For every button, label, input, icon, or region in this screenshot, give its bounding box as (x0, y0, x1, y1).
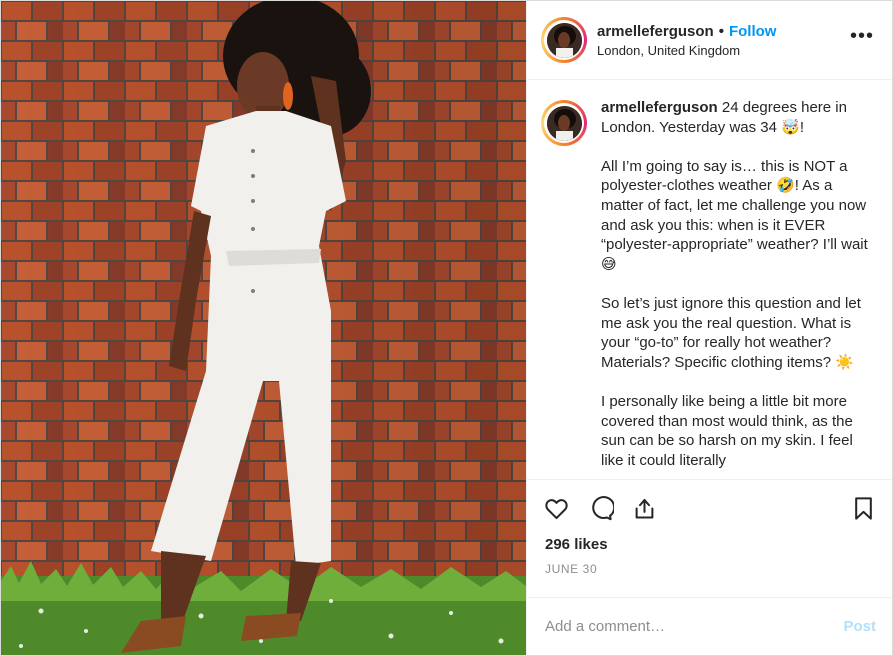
caption-section: armelleferguson 24 degrees here in Londo… (527, 80, 892, 479)
instagram-post: armelleferguson • Follow London, United … (0, 0, 893, 656)
author-username[interactable]: armelleferguson (597, 22, 714, 41)
caption-paragraph: I personally like being a little bit mor… (601, 392, 853, 469)
author-avatar[interactable] (541, 17, 587, 63)
separator-dot: • (718, 23, 724, 40)
caption-text: armelleferguson 24 degrees here in Londo… (601, 98, 876, 479)
post-photo[interactable] (1, 1, 526, 655)
caption-paragraph: armelleferguson 24 degrees here in Londo… (601, 99, 847, 136)
share-icon[interactable] (629, 493, 659, 523)
post-header: armelleferguson • Follow London, United … (527, 1, 892, 80)
caption-avatar[interactable] (541, 100, 587, 146)
action-icons (527, 480, 892, 536)
actions-section: 296 likes JUNE 30 Post (527, 479, 892, 655)
post-location[interactable]: London, United Kingdom (597, 43, 776, 58)
post-date[interactable]: JUNE 30 (527, 562, 892, 576)
post-sidebar: armelleferguson • Follow London, United … (526, 1, 892, 655)
avatar-image (546, 105, 582, 141)
avatar-image (546, 22, 582, 58)
comment-icon[interactable] (585, 493, 615, 523)
heart-icon[interactable] (541, 493, 571, 523)
bookmark-icon[interactable] (848, 493, 878, 523)
photo-illustration (1, 1, 526, 655)
comment-input[interactable] (545, 618, 844, 635)
post-comment-button[interactable]: Post (843, 618, 876, 635)
comment-bar: Post (527, 597, 892, 655)
caption-paragraph: All I’m going to say is… this is NOT a p… (601, 157, 868, 273)
likes-count[interactable]: 296 likes (527, 536, 892, 554)
more-options-icon[interactable]: ••• (850, 26, 874, 46)
caption-username[interactable]: armelleferguson (601, 99, 718, 116)
caption-paragraph: So let’s just ignore this question and l… (601, 294, 861, 371)
follow-button[interactable]: Follow (729, 22, 777, 41)
